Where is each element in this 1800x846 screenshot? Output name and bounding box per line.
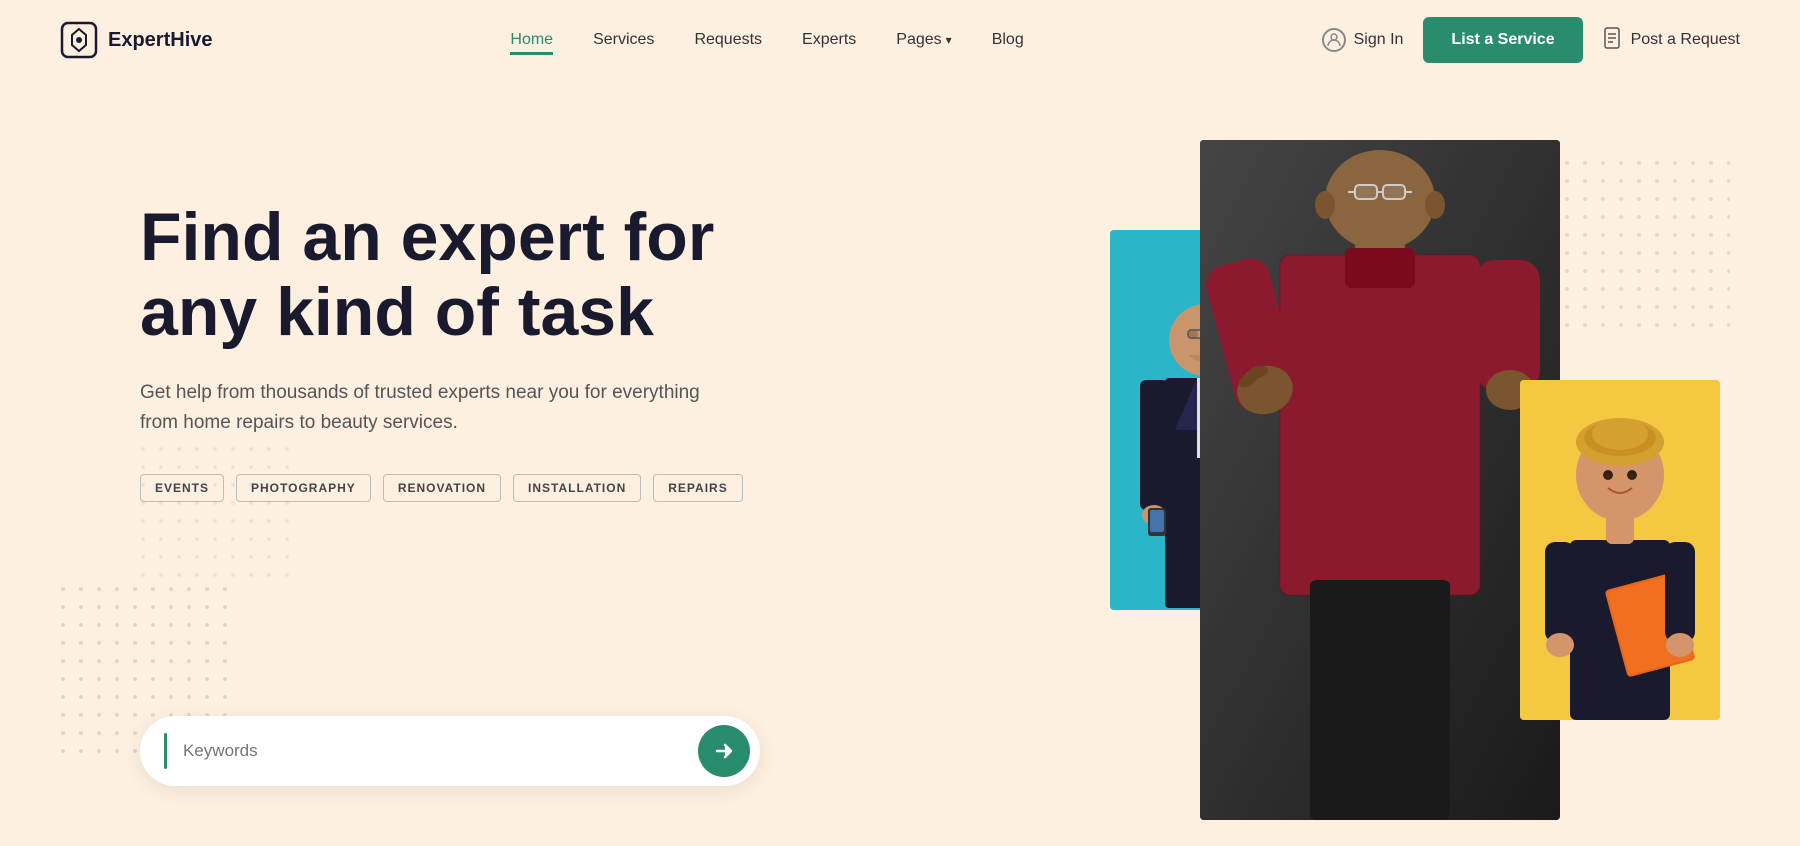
- document-icon: [1603, 27, 1623, 54]
- tag-renovation[interactable]: RENOVATION: [383, 474, 501, 502]
- nav-item-experts[interactable]: Experts: [802, 31, 856, 49]
- red-sweater-person-illustration: [1200, 140, 1560, 820]
- nav-item-pages[interactable]: Pages ▾: [896, 31, 951, 49]
- nav-link-requests[interactable]: Requests: [694, 31, 762, 48]
- chevron-down-icon: ▾: [946, 33, 952, 47]
- post-request-link[interactable]: Post a Request: [1603, 27, 1740, 54]
- hero-section: Find an expert for any kind of task Get …: [0, 80, 1800, 846]
- nav-item-blog[interactable]: Blog: [992, 31, 1024, 49]
- search-divider: [164, 733, 167, 769]
- sign-in-icon: [1322, 28, 1346, 52]
- post-request-label: Post a Request: [1631, 31, 1740, 49]
- nav-links: Home Services Requests Experts Pages ▾ B…: [510, 31, 1023, 49]
- tag-repairs[interactable]: REPAIRS: [653, 474, 742, 502]
- tag-events[interactable]: EVENTS: [140, 474, 224, 502]
- tag-installation[interactable]: INSTALLATION: [513, 474, 641, 502]
- logo-text: ExpertHive: [108, 29, 213, 52]
- tag-photography[interactable]: PHOTOGRAPHY: [236, 474, 371, 502]
- sign-in-link[interactable]: Sign In: [1322, 28, 1404, 52]
- nav-item-requests[interactable]: Requests: [694, 31, 762, 49]
- navbar: ExpertHive Home Services Requests Expert…: [0, 0, 1800, 80]
- logo[interactable]: ExpertHive: [60, 21, 213, 59]
- nav-item-home[interactable]: Home: [510, 31, 553, 49]
- search-bar: [140, 716, 760, 786]
- nav-link-blog[interactable]: Blog: [992, 31, 1024, 48]
- search-input[interactable]: [183, 741, 698, 761]
- woman-person-illustration: [1520, 380, 1720, 720]
- expert-image-red-sweater: [1200, 140, 1560, 820]
- nav-link-pages[interactable]: Pages: [896, 31, 941, 49]
- hero-subtitle: Get help from thousands of trusted exper…: [140, 378, 700, 439]
- tag-list: EVENTS PHOTOGRAPHY RENOVATION INSTALLATI…: [140, 474, 820, 502]
- nav-link-services[interactable]: Services: [593, 31, 654, 48]
- search-button[interactable]: [698, 725, 750, 777]
- logo-icon: [60, 21, 98, 59]
- expert-image-woman: [1520, 380, 1720, 720]
- image-collage: [1040, 80, 1800, 846]
- hero-text-area: Find an expert for any kind of task Get …: [140, 200, 820, 562]
- hero-title: Find an expert for any kind of task: [140, 200, 820, 350]
- nav-item-services[interactable]: Services: [593, 31, 654, 49]
- sign-in-label: Sign In: [1354, 31, 1404, 49]
- list-service-button[interactable]: List a Service: [1423, 17, 1582, 63]
- arrow-right-icon: [713, 740, 735, 762]
- nav-link-home[interactable]: Home: [510, 31, 553, 55]
- nav-right: Sign In List a Service Post a Request: [1322, 17, 1740, 63]
- nav-link-experts[interactable]: Experts: [802, 31, 856, 48]
